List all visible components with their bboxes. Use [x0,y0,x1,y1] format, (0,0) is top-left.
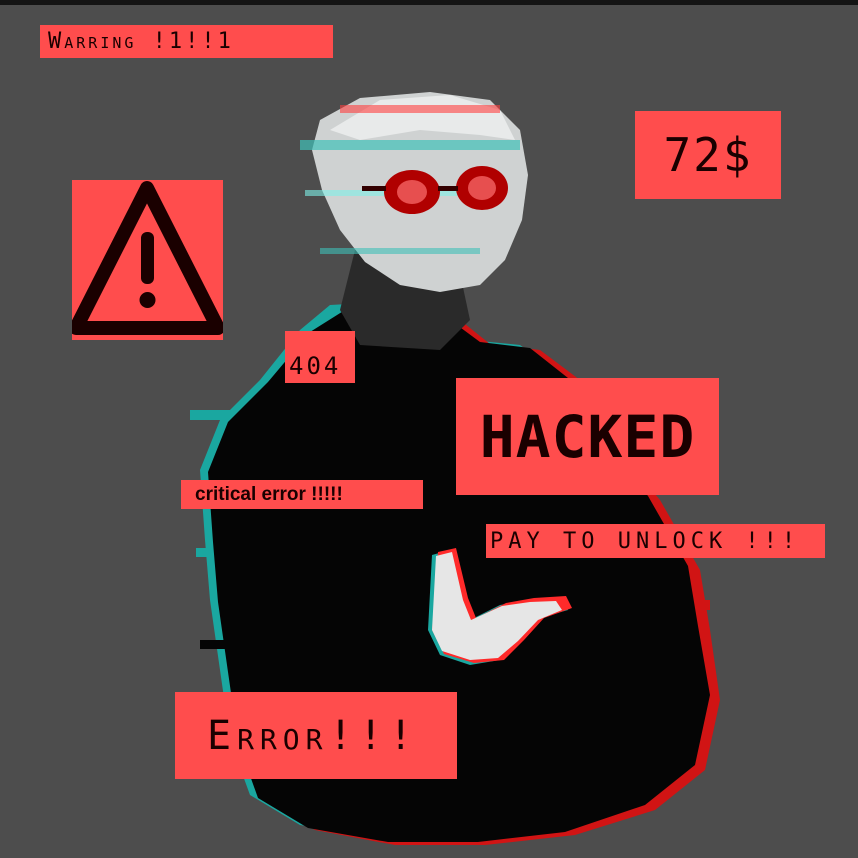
pay-to-unlock-label: PAY TO UNLOCK !!! [486,524,825,558]
warning-triangle-icon [72,181,223,335]
hacked-poster: Warring !1!!1 72$ 404 HACKED critical er… [0,0,858,858]
warning-label: Warring !1!!1 [40,25,333,58]
error-label: Error!!! [175,692,457,779]
warning-sign-box [72,180,223,340]
critical-error-label: critical error !!!!! [181,480,423,509]
hacked-label: HACKED [456,378,719,495]
error-code-label: 404 [285,331,355,383]
price-label: 72$ [635,111,781,199]
